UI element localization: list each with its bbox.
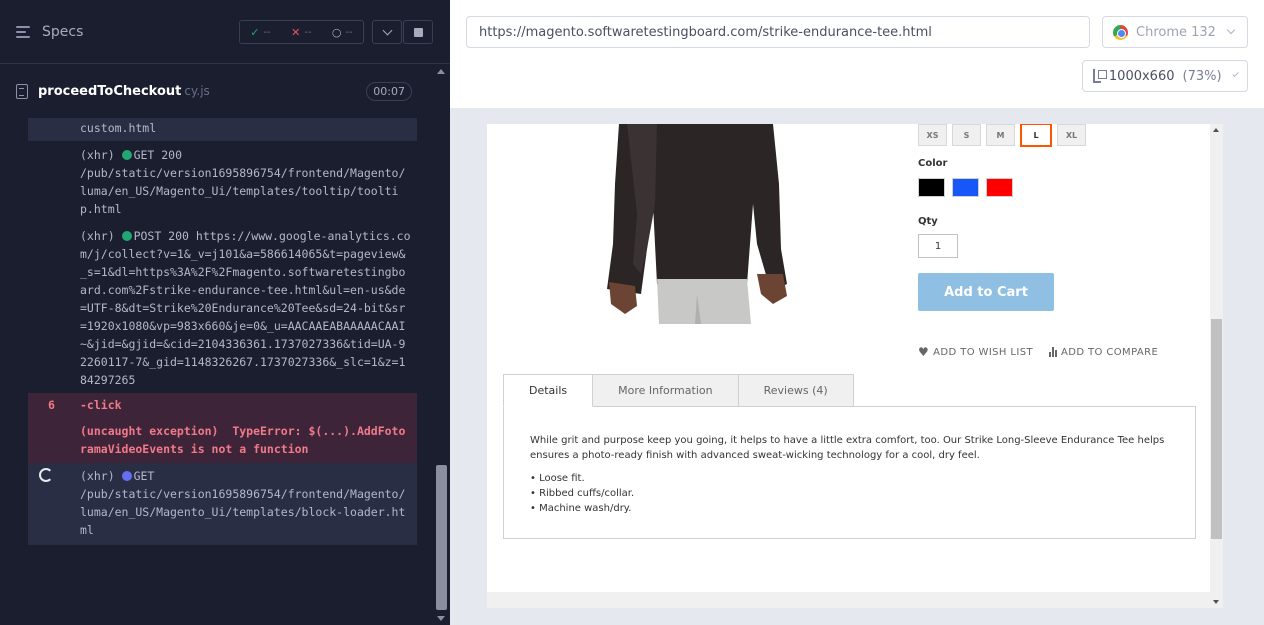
success-dot-icon bbox=[121, 231, 132, 241]
error-message[interactable]: (uncaught exception) TypeError: $(...).A… bbox=[28, 422, 417, 463]
compare-icon bbox=[1049, 347, 1058, 357]
heart-icon: ♥ bbox=[918, 345, 930, 359]
chevron-down-icon bbox=[1231, 70, 1239, 78]
size-option-selected[interactable]: L bbox=[1020, 124, 1052, 147]
viewport-selector[interactable]: 1000x660 (73%) bbox=[1082, 60, 1248, 92]
feature-list: • Loose fit. • Ribbed cuffs/collar. • Ma… bbox=[530, 471, 1169, 516]
details-panel: While grit and purpose keep you going, i… bbox=[503, 406, 1196, 539]
qty-input[interactable]: 1 bbox=[918, 234, 958, 258]
color-swatches bbox=[918, 178, 1013, 197]
stop-button[interactable] bbox=[403, 20, 433, 44]
list-item: • Loose fit. bbox=[530, 473, 585, 484]
product-info-tabs: Details More Information Reviews (4) bbox=[503, 374, 854, 407]
command-log-item-pending[interactable]: (xhr) GET /pub/static/version1695896754/… bbox=[28, 463, 417, 545]
command-log-item[interactable]: (xhr) GET 200 /pub/static/version1695896… bbox=[28, 141, 417, 222]
specs-menu-icon[interactable] bbox=[16, 25, 34, 39]
scroll-down-icon[interactable] bbox=[1213, 600, 1219, 604]
aut-header: https://magento.softwaretestingboard.com… bbox=[450, 0, 1264, 108]
specs-label[interactable]: Specs bbox=[42, 24, 83, 40]
spec-name: proceedToCheckout bbox=[38, 83, 182, 99]
browser-selector[interactable]: Chrome 132 bbox=[1102, 16, 1248, 48]
size-option[interactable]: M bbox=[986, 124, 1015, 146]
duration-badge: 00:07 bbox=[366, 82, 412, 101]
scroll-up-icon[interactable] bbox=[437, 69, 445, 74]
color-label: Color bbox=[918, 158, 948, 169]
size-option[interactable]: XS bbox=[918, 124, 947, 146]
tab-reviews[interactable]: Reviews (4) bbox=[737, 374, 854, 407]
scrollbar-thumb[interactable] bbox=[1211, 319, 1222, 539]
spec-extension: cy.js bbox=[184, 84, 210, 98]
check-icon: ✓ bbox=[250, 25, 260, 39]
tab-details[interactable]: Details bbox=[503, 374, 594, 407]
file-icon bbox=[16, 83, 28, 99]
spec-title-row: proceedToCheckout cy.js 00:07 bbox=[0, 65, 432, 117]
aut-viewport: XS S M L XL Color Qty 1 Add to Cart ♥ AD… bbox=[487, 124, 1223, 608]
passed-stat: ✓ -- bbox=[250, 25, 271, 39]
cypress-reporter: Specs ✓ -- ✕ -- ○ -- proceedToCheckout c… bbox=[0, 0, 450, 625]
loading-spinner-icon bbox=[39, 468, 53, 482]
viewport-scrollbar[interactable] bbox=[1210, 124, 1223, 608]
scroll-down-icon[interactable] bbox=[437, 616, 445, 621]
product-actions: ♥ ADD TO WISH LIST ADD TO COMPARE bbox=[918, 345, 1158, 359]
product-image bbox=[597, 124, 807, 324]
size-options: XS S M L XL bbox=[918, 124, 1086, 147]
pending-dot-icon bbox=[121, 471, 132, 481]
color-swatch-black[interactable] bbox=[918, 178, 945, 197]
reporter-scrollbar[interactable] bbox=[433, 65, 450, 625]
size-option[interactable]: S bbox=[952, 124, 981, 146]
test-stats: ✓ -- ✕ -- ○ -- bbox=[239, 20, 364, 44]
x-icon: ✕ bbox=[291, 25, 301, 39]
chevron-down-icon bbox=[382, 25, 392, 36]
size-option[interactable]: XL bbox=[1057, 124, 1086, 146]
page-footer-strip bbox=[487, 592, 1210, 608]
color-swatch-red[interactable] bbox=[986, 178, 1013, 197]
list-item: • Ribbed cuffs/collar. bbox=[530, 488, 635, 499]
ruler-icon bbox=[1093, 69, 1107, 83]
stop-icon bbox=[413, 27, 423, 37]
product-description: While grit and purpose keep you going, i… bbox=[530, 435, 1165, 461]
command-log-item[interactable]: (xhr) POST 200 https://www.google-analyt… bbox=[28, 222, 417, 393]
command-log: custom.html (xhr) GET 200 /pub/static/ve… bbox=[28, 118, 417, 585]
qty-label: Qty bbox=[918, 216, 938, 227]
list-item: • Machine wash/dry. bbox=[530, 503, 632, 514]
command-log-item[interactable]: custom.html bbox=[28, 118, 417, 141]
pending-stat: ○ -- bbox=[331, 25, 353, 39]
command-log-item-failed[interactable]: 6 -click bbox=[28, 393, 417, 422]
tab-more-information[interactable]: More Information bbox=[592, 374, 739, 407]
success-dot-icon bbox=[121, 150, 132, 160]
add-to-wishlist-link[interactable]: ♥ ADD TO WISH LIST bbox=[918, 345, 1033, 359]
chevron-down-icon bbox=[1226, 25, 1236, 35]
chrome-icon bbox=[1113, 24, 1128, 40]
pending-icon: ○ bbox=[331, 25, 342, 39]
color-swatch-blue[interactable] bbox=[952, 178, 979, 197]
url-bar[interactable]: https://magento.softwaretestingboard.com… bbox=[466, 16, 1090, 48]
app-under-test-panel: https://magento.softwaretestingboard.com… bbox=[450, 0, 1264, 625]
options-dropdown-button[interactable] bbox=[372, 20, 402, 44]
add-to-cart-button[interactable]: Add to Cart bbox=[918, 273, 1054, 311]
failed-stat: ✕ -- bbox=[291, 25, 312, 39]
scroll-up-icon[interactable] bbox=[1213, 128, 1219, 132]
scrollbar-thumb[interactable] bbox=[436, 465, 447, 610]
add-to-compare-link[interactable]: ADD TO COMPARE bbox=[1049, 345, 1158, 359]
